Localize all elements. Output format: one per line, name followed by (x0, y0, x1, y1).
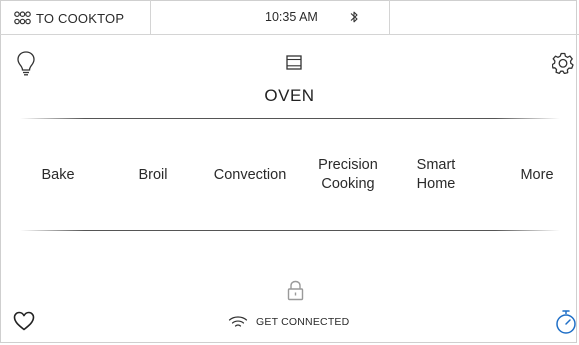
status-divider (150, 0, 151, 34)
gear-icon[interactable] (552, 52, 574, 74)
get-connected-button[interactable]: GET CONNECTED (228, 313, 349, 331)
get-connected-label: GET CONNECTED (256, 316, 350, 328)
oven-icon (286, 55, 302, 70)
to-cooktop-label: TO COOKTOP (36, 10, 125, 26)
lock-icon[interactable] (287, 280, 304, 301)
mode-broil-button[interactable]: Broil (125, 166, 181, 185)
cooking-modes: Bake Broil Convection Precision Cooking … (10, 150, 576, 200)
status-divider (389, 0, 390, 34)
burners-icon (14, 11, 31, 25)
mode-convection-button[interactable]: Convection (202, 166, 298, 185)
heart-icon[interactable] (13, 311, 35, 331)
mode-smart-home-button[interactable]: Smart Home (397, 156, 475, 194)
clock: 10:35 AM (265, 10, 318, 24)
mode-precision-cooking-button[interactable]: Precision Cooking (303, 156, 393, 194)
bluetooth-icon (350, 11, 358, 23)
lightbulb-icon[interactable] (16, 50, 36, 76)
to-cooktop-button[interactable]: TO COOKTOP (14, 8, 124, 28)
page-title: OVEN (264, 86, 315, 105)
status-bar: TO COOKTOP 10:35 AM (0, 0, 579, 35)
timer-icon[interactable] (555, 309, 577, 335)
wifi-icon (228, 316, 248, 327)
mode-more-button[interactable]: More (507, 166, 567, 185)
top-divider (20, 118, 560, 119)
mode-bake-button[interactable]: Bake (28, 166, 88, 185)
bottom-divider (20, 230, 560, 231)
